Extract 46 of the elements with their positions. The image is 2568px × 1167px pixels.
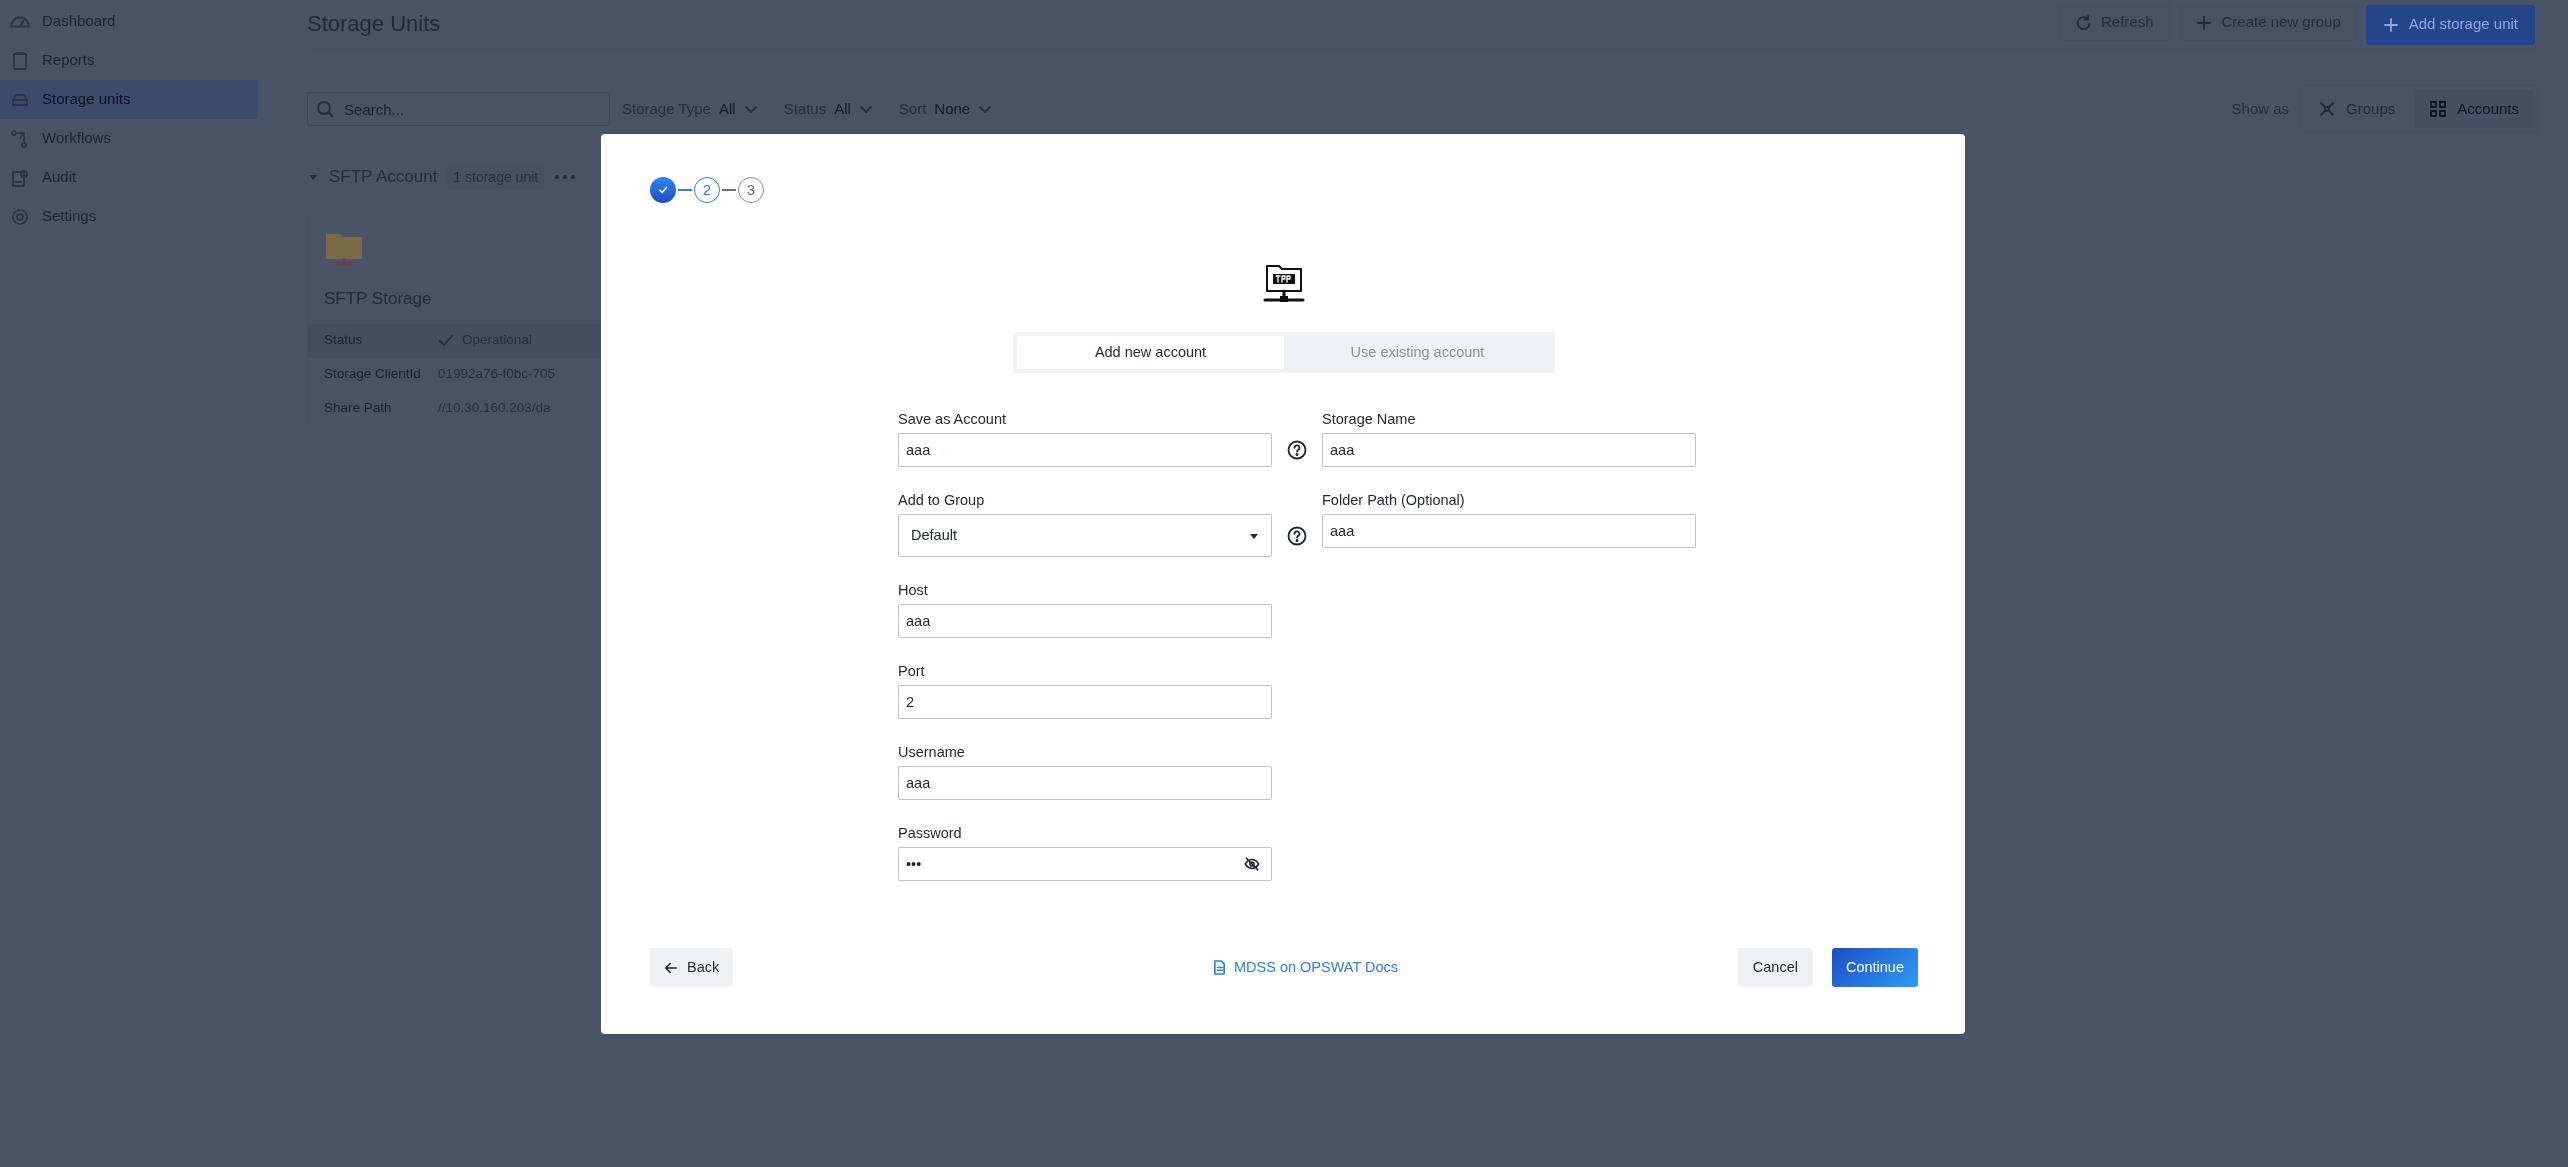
groups-icon [2318, 100, 2337, 118]
input-field[interactable]: aaa [1322, 433, 1696, 467]
audit-icon [10, 167, 30, 188]
step-connector [678, 189, 692, 191]
check-icon [657, 184, 669, 196]
input-field[interactable]: aaa [1322, 514, 1696, 548]
field-label: Save as Account [898, 410, 1007, 429]
back-button[interactable]: Back [650, 948, 734, 987]
password-field[interactable]: ••• [898, 847, 1272, 881]
document-icon [1212, 960, 1226, 975]
step-connector [722, 189, 736, 191]
grid-icon [2429, 100, 2448, 118]
plus-icon [2195, 14, 2212, 31]
continue-button[interactable]: Continue [1831, 948, 1918, 987]
tab[interactable]: Add new account [1017, 336, 1284, 369]
help-icon [1287, 526, 1307, 546]
search-icon [316, 100, 334, 118]
field-label: Folder Path (Optional) [1322, 491, 1466, 510]
help-icon [1287, 440, 1307, 460]
gear-icon [10, 206, 30, 227]
more-icon [554, 174, 577, 180]
field-label: Storage Name [1322, 410, 1417, 429]
check-icon [438, 332, 454, 349]
field-label: Password [898, 824, 963, 843]
input-field[interactable]: aaa [898, 766, 1272, 800]
field-label: Add to Group [898, 491, 986, 510]
plus-icon [2382, 16, 2399, 33]
docs-link[interactable]: MDSS on OPSWAT Docs [1212, 956, 1399, 979]
field-label: Username [898, 743, 966, 762]
cancel-button[interactable]: Cancel [1737, 948, 1813, 987]
ftp-folder-icon [1261, 262, 1307, 305]
field-label: Host [898, 581, 929, 600]
sidebar-item[interactable]: Storage units [0, 80, 258, 119]
clipboard-icon [10, 50, 30, 71]
group-select[interactable]: Default [898, 514, 1272, 557]
add-storage-button[interactable]: Add storage unit [2365, 4, 2535, 45]
input-field[interactable]: 2 [898, 685, 1272, 719]
tab[interactable]: Use existing account [1284, 336, 1551, 369]
view-option[interactable]: Accounts [2415, 90, 2533, 128]
refresh-icon [2074, 14, 2091, 31]
input-field[interactable]: aaa [898, 604, 1272, 638]
input-field[interactable]: aaa [898, 433, 1272, 467]
field-label: Port [898, 662, 926, 681]
eye-off-icon [1244, 856, 1260, 872]
workflow-icon [10, 128, 30, 149]
arrow-left-icon [664, 960, 678, 975]
